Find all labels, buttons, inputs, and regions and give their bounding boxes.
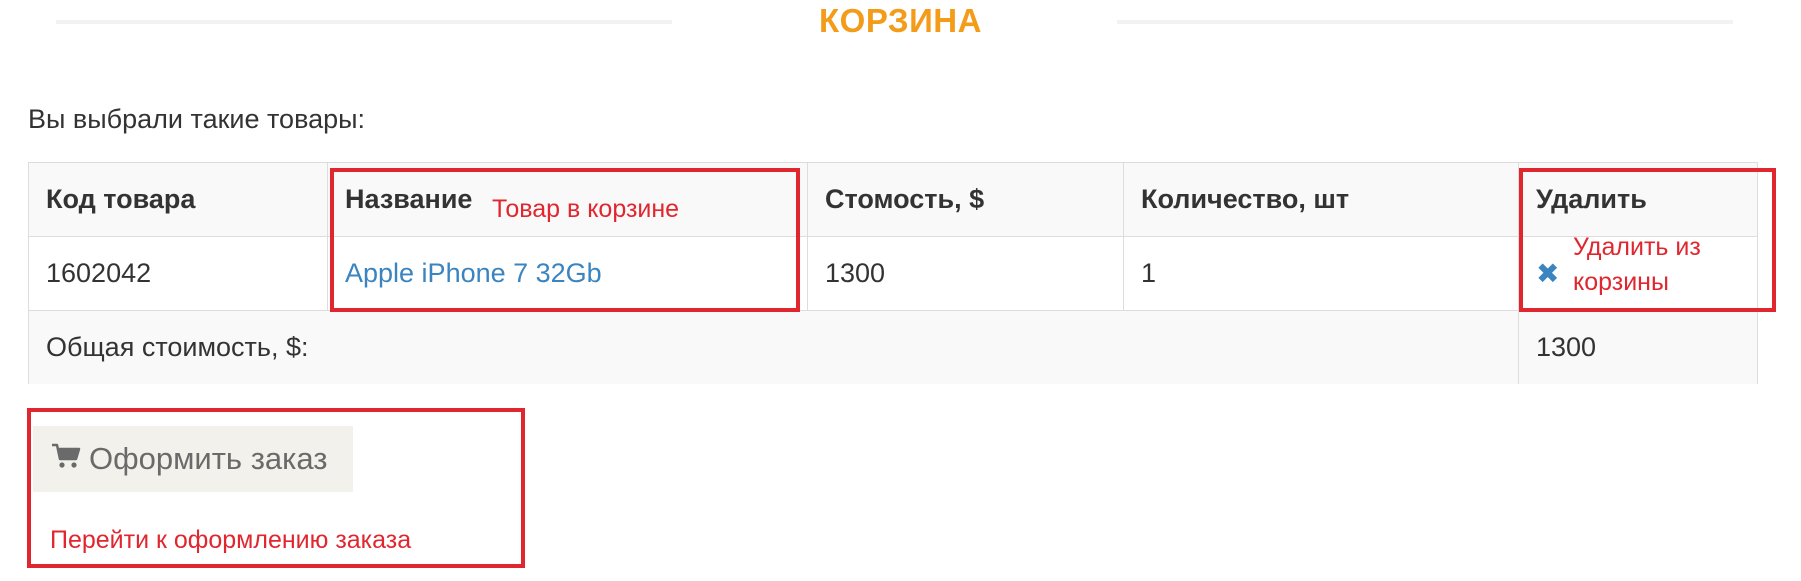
annotation-remove-line2: корзины <box>1573 268 1669 296</box>
total-value: 1300 <box>1536 332 1597 362</box>
annotation-remove-line1: Удалить из <box>1573 233 1701 261</box>
annotation-box-item <box>330 168 800 312</box>
annotation-checkout: Перейти к оформлению заказа <box>50 526 412 554</box>
table-row: 1602042 Apple iPhone 7 32Gb 1300 1 ✖ <box>29 237 1757 311</box>
item-qty: 1 <box>1124 237 1519 310</box>
header-code: Код товара <box>29 163 328 236</box>
annotation-cart-item: Товар в корзине <box>492 195 680 223</box>
item-code: 1602042 <box>29 237 328 310</box>
total-row: Общая стоимость, $: 1300 <box>29 311 1757 384</box>
header-qty: Количество, шт <box>1124 163 1519 236</box>
item-price: 1300 <box>808 237 1124 310</box>
page-title: КОРЗИНА <box>819 2 982 39</box>
cart-table: Код товара Название Стомость, $ Количест… <box>28 162 1758 384</box>
header-price: Стомость, $ <box>808 163 1124 236</box>
table-header-row: Код товара Название Стомость, $ Количест… <box>29 163 1757 237</box>
total-label: Общая стоимость, $: <box>29 311 1519 384</box>
intro-text: Вы выбрали такие товары: <box>28 104 366 134</box>
